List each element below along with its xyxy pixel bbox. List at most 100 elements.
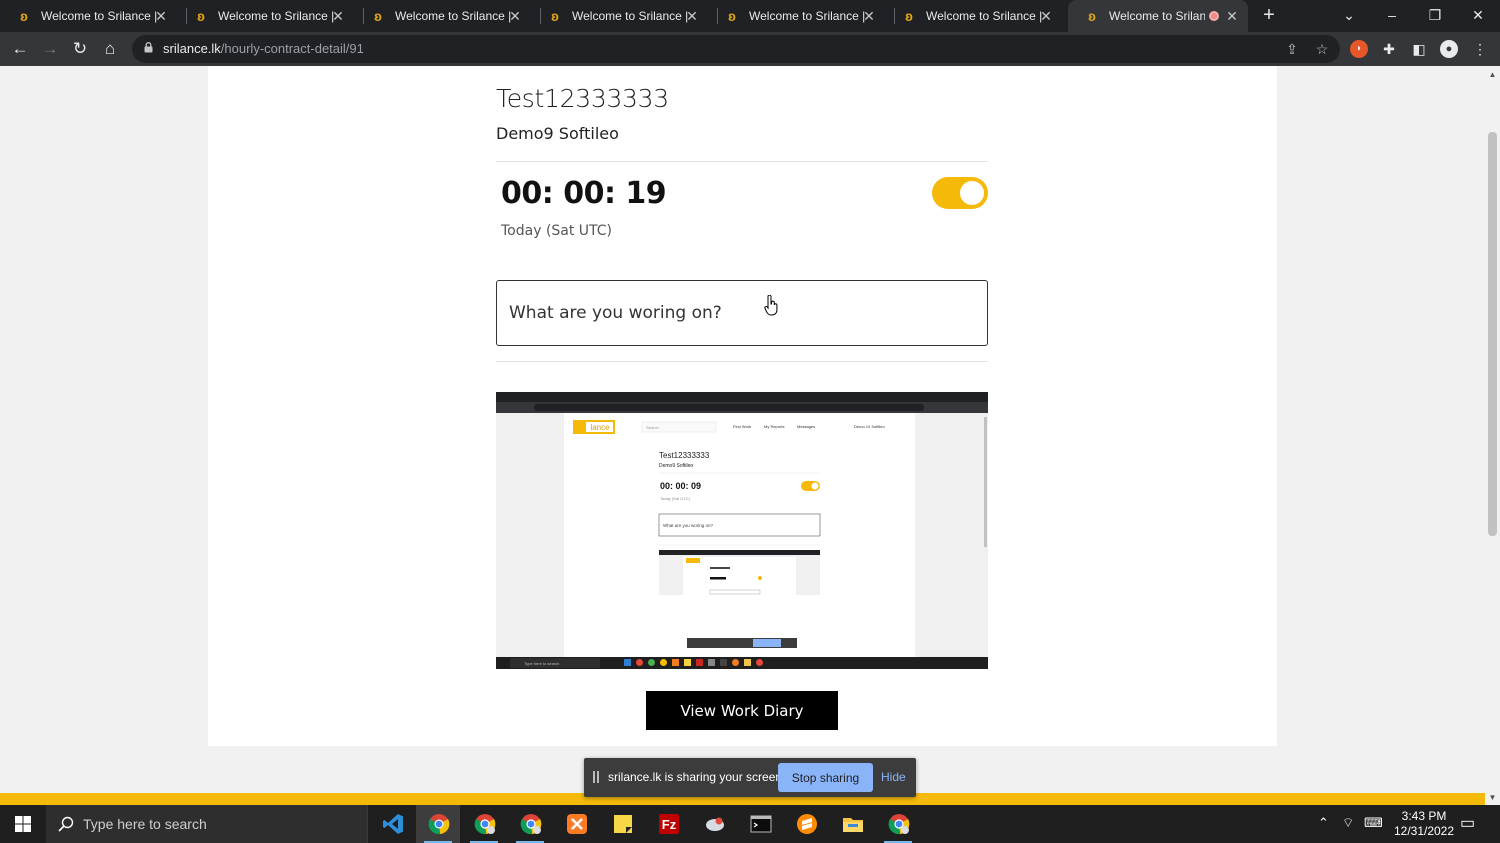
sublime-text-taskbar-icon[interactable]	[784, 805, 828, 843]
svg-text:My Reports: My Reports	[764, 424, 784, 429]
wifi-icon[interactable]: ⌔	[1342, 815, 1354, 831]
file-explorer-taskbar-icon[interactable]	[830, 805, 874, 843]
captured-screen-image: lance Search Find Work My Reports Messag…	[496, 392, 988, 669]
browser-tab-strip: ʚ Welcome to Srilance | F ✕ ʚ Welcome to…	[0, 0, 1500, 32]
chrome-profile-taskbar-icon[interactable]	[508, 805, 552, 843]
side-panel-icon[interactable]: ◧	[1410, 40, 1428, 58]
svg-text:Search: Search	[646, 425, 659, 430]
tab-search-icon[interactable]: ⌄	[1334, 4, 1364, 26]
browser-tab[interactable]: ʚ Welcome to Srilance | F ✕	[885, 0, 1062, 32]
contract-card: Test12333333 Demo9 Softileo 00: 00: 19 T…	[208, 66, 1277, 746]
lock-icon	[144, 42, 153, 53]
puzzle-extensions-icon[interactable]: ✚	[1380, 40, 1398, 58]
search-icon	[58, 816, 74, 832]
extension-icon[interactable]: ◗	[1350, 40, 1368, 58]
forward-icon[interactable]: →	[38, 37, 62, 61]
chrome-profile-taskbar-icon[interactable]	[876, 805, 920, 843]
close-tab-icon[interactable]: ✕	[1224, 8, 1240, 24]
toggle-knob	[960, 181, 984, 205]
svg-text:What are you woring on?: What are you woring on?	[663, 523, 714, 528]
today-label: Today (Sat UTC)	[501, 223, 613, 239]
profile-avatar-icon[interactable]: ●	[1440, 40, 1458, 58]
show-hidden-icons-icon[interactable]: ⌃	[1318, 815, 1329, 831]
menu-kebab-icon[interactable]: ⋮	[1471, 40, 1489, 58]
windows-logo-icon	[15, 816, 31, 832]
minimize-icon[interactable]: –	[1377, 4, 1407, 26]
taskbar-clock[interactable]: 3:43 PM 12/31/2022	[1392, 809, 1456, 839]
address-bar[interactable]: srilance.lk/hourly-contract-detail/91 ⇪ …	[132, 35, 1340, 63]
srilance-favicon-icon: ʚ	[20, 8, 28, 24]
vscode-taskbar-icon[interactable]	[370, 805, 414, 843]
tab-title: Welcome to Srilance | F	[395, 9, 513, 23]
view-work-diary-button[interactable]: View Work Diary	[646, 691, 838, 730]
terminal-taskbar-icon[interactable]	[738, 805, 782, 843]
restore-icon[interactable]: ❐	[1420, 4, 1450, 26]
home-icon[interactable]: ⌂	[98, 37, 122, 61]
drag-handle-icon[interactable]	[593, 771, 599, 783]
browser-tab[interactable]: ʚ Welcome to Srilance | F ✕	[531, 0, 708, 32]
chrome-taskbar-icon[interactable]	[416, 805, 460, 843]
new-tab-button[interactable]: +	[1258, 4, 1280, 26]
timer-display: 00: 00: 19	[501, 176, 667, 211]
svg-text:Demo 10 Softileo: Demo 10 Softileo	[854, 424, 885, 429]
svg-text:Messages: Messages	[797, 424, 815, 429]
srilance-favicon-icon: ʚ	[551, 8, 559, 24]
scroll-down-icon[interactable]: ▼	[1488, 793, 1497, 802]
back-icon[interactable]: ←	[8, 37, 32, 61]
close-tab-icon[interactable]: ✕	[330, 8, 346, 24]
contract-title: Test12333333	[496, 84, 669, 113]
browser-tab[interactable]: ʚ Welcome to Srilance | F ✕	[708, 0, 885, 32]
taskbar-search-box[interactable]: Type here to search	[46, 805, 368, 843]
work-description-input[interactable]	[496, 280, 988, 346]
close-tab-icon[interactable]: ✕	[153, 8, 169, 24]
filezilla-taskbar-icon[interactable]: Fz	[646, 805, 690, 843]
taskbar-search-placeholder: Type here to search	[83, 816, 207, 832]
windows-taskbar: Type here to search Fz ⌃ ⌔ ⌨ 3:43 PM 12/…	[0, 805, 1500, 843]
keyboard-icon[interactable]: ⌨	[1364, 815, 1383, 831]
browser-tab-active[interactable]: ʚ Welcome to Srilanc ✕	[1068, 0, 1248, 32]
windows-start-button[interactable]	[0, 805, 46, 843]
xampp-taskbar-icon[interactable]	[554, 805, 598, 843]
scrollbar-thumb[interactable]	[1488, 132, 1497, 536]
tab-title: Welcome to Srilance | F	[572, 9, 690, 23]
sticky-notes-taskbar-icon[interactable]	[600, 805, 644, 843]
svg-text:Test12333333: Test12333333	[659, 451, 710, 460]
close-tab-icon[interactable]: ✕	[861, 8, 877, 24]
close-tab-icon[interactable]: ✕	[507, 8, 523, 24]
tab-title: Welcome to Srilance | F	[749, 9, 867, 23]
share-icon[interactable]: ⇪	[1282, 39, 1302, 59]
close-tab-icon[interactable]: ✕	[1038, 8, 1054, 24]
screen-capture-preview: lance Search Find Work My Reports Messag…	[496, 392, 988, 669]
reload-icon[interactable]: ↻	[68, 37, 92, 61]
svg-text:Find Work: Find Work	[733, 424, 751, 429]
tracking-toggle[interactable]	[932, 177, 988, 209]
divider	[496, 361, 988, 362]
scroll-up-icon[interactable]: ▲	[1488, 70, 1497, 79]
tab-title: Welcome to Srilance | F	[926, 9, 1044, 23]
svg-text:Type here to search: Type here to search	[524, 661, 559, 666]
hide-button[interactable]: Hide	[881, 770, 906, 784]
close-window-icon[interactable]: ✕	[1463, 4, 1493, 26]
srilance-favicon-icon: ʚ	[1088, 8, 1096, 24]
browser-toolbar: ← → ↻ ⌂ srilance.lk/hourly-contract-deta…	[0, 32, 1500, 66]
snipping-tool-taskbar-icon[interactable]	[692, 805, 736, 843]
clock-date: 12/31/2022	[1393, 824, 1455, 838]
stop-sharing-button[interactable]: Stop sharing	[778, 763, 873, 792]
page-viewport: Test12333333 Demo9 Softileo 00: 00: 19 T…	[0, 66, 1485, 793]
svg-text:Today (Sat UTC): Today (Sat UTC)	[660, 496, 690, 501]
browser-tab[interactable]: ʚ Welcome to Srilance | F ✕	[354, 0, 531, 32]
page-scrollbar[interactable]: ▲ ▼	[1485, 66, 1500, 805]
hand-pointer-cursor-icon	[764, 295, 778, 316]
browser-tab[interactable]: ʚ Welcome to Srilance | F ✕	[0, 0, 177, 32]
bookmark-star-icon[interactable]: ☆	[1312, 39, 1332, 59]
close-tab-icon[interactable]: ✕	[684, 8, 700, 24]
tab-title: Welcome to Srilance | F	[218, 9, 336, 23]
notifications-icon[interactable]: ▭	[1460, 813, 1475, 833]
srilance-favicon-icon: ʚ	[374, 8, 382, 24]
clock-time: 3:43 PM	[1401, 809, 1447, 823]
screen-sharing-bar: srilance.lk is sharing your screen. Stop…	[584, 758, 916, 797]
svg-text:Demo9 Softileo: Demo9 Softileo	[659, 463, 693, 469]
browser-tab[interactable]: ʚ Welcome to Srilance | F ✕	[177, 0, 354, 32]
chrome-profile-taskbar-icon[interactable]	[462, 805, 506, 843]
srilance-favicon-icon: ʚ	[905, 8, 913, 24]
